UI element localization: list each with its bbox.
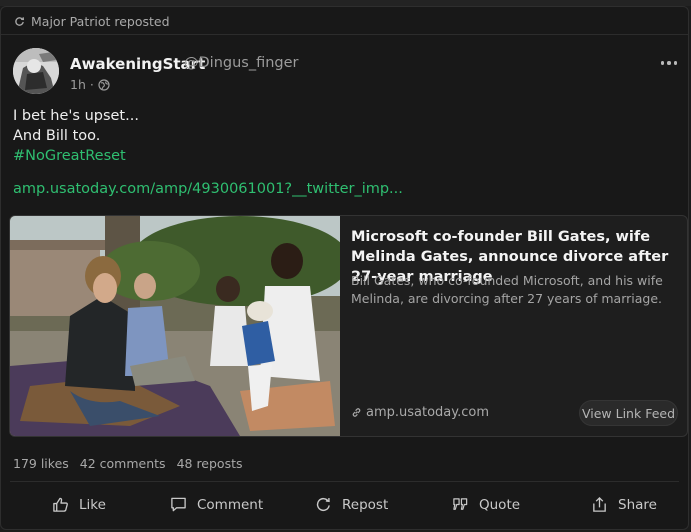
quote-button[interactable]: Quote — [452, 496, 520, 513]
post-stats: 179 likes 42 comments 48 reposts — [13, 456, 243, 471]
comment-button[interactable]: Comment — [170, 496, 263, 513]
link-domain-text: amp.usatoday.com — [366, 405, 489, 420]
post-text: I bet he's upset... And Bill too. #NoGre… — [13, 106, 139, 166]
repost-button[interactable]: Repost — [315, 496, 388, 513]
repost-banner-text: Major Patriot reposted — [31, 13, 170, 29]
like-button[interactable]: Like — [52, 496, 106, 513]
post-url-link[interactable]: amp.usatoday.com/amp/4930061001?__twitte… — [13, 181, 403, 197]
reposts-count[interactable]: 48 reposts — [177, 456, 243, 471]
view-link-feed-button[interactable]: View Link Feed — [579, 400, 678, 426]
divider — [10, 481, 679, 482]
like-label: Like — [79, 496, 106, 513]
likes-count[interactable]: 179 likes — [13, 456, 69, 471]
post-time[interactable]: 1h — [70, 77, 86, 92]
post-text-line: And Bill too. — [13, 128, 101, 144]
share-button[interactable]: Share — [591, 496, 657, 513]
post-text-line: I bet he's upset... — [13, 108, 139, 124]
more-options-icon[interactable] — [658, 55, 680, 71]
link-preview-card[interactable]: Microsoft co-founder Bill Gates, wife Me… — [9, 215, 688, 437]
repost-label: Repost — [342, 496, 389, 513]
share-icon — [593, 496, 606, 512]
comments-count[interactable]: 42 comments — [80, 456, 166, 471]
thumbs-up-icon — [53, 497, 68, 512]
globe-icon — [98, 78, 110, 91]
quote-icon — [453, 498, 468, 510]
repost-icon — [15, 16, 25, 26]
author-handle[interactable]: @Dingus_finger — [184, 55, 299, 71]
meta-separator: · — [89, 77, 94, 92]
post-card: Major Patriot reposted AwakeningStart @D… — [0, 6, 689, 530]
hashtag-link[interactable]: #NoGreatReset — [13, 146, 139, 166]
divider — [1, 34, 688, 35]
action-bar: Like Comment Repost Quote Share — [1, 487, 690, 529]
link-preview-image — [10, 216, 340, 436]
share-label: Share — [618, 496, 657, 513]
link-preview-domain: amp.usatoday.com — [351, 405, 489, 420]
avatar[interactable] — [13, 48, 59, 94]
comment-icon — [171, 497, 186, 512]
link-preview-description: Bill Gates, who co-founded Microsoft, an… — [351, 273, 663, 306]
comment-label: Comment — [197, 496, 264, 513]
link-icon — [352, 408, 361, 417]
repost-banner[interactable]: Major Patriot reposted — [14, 12, 170, 30]
quote-label: Quote — [479, 496, 521, 513]
repost-icon — [316, 497, 330, 512]
post-meta: 1h · — [70, 77, 110, 92]
